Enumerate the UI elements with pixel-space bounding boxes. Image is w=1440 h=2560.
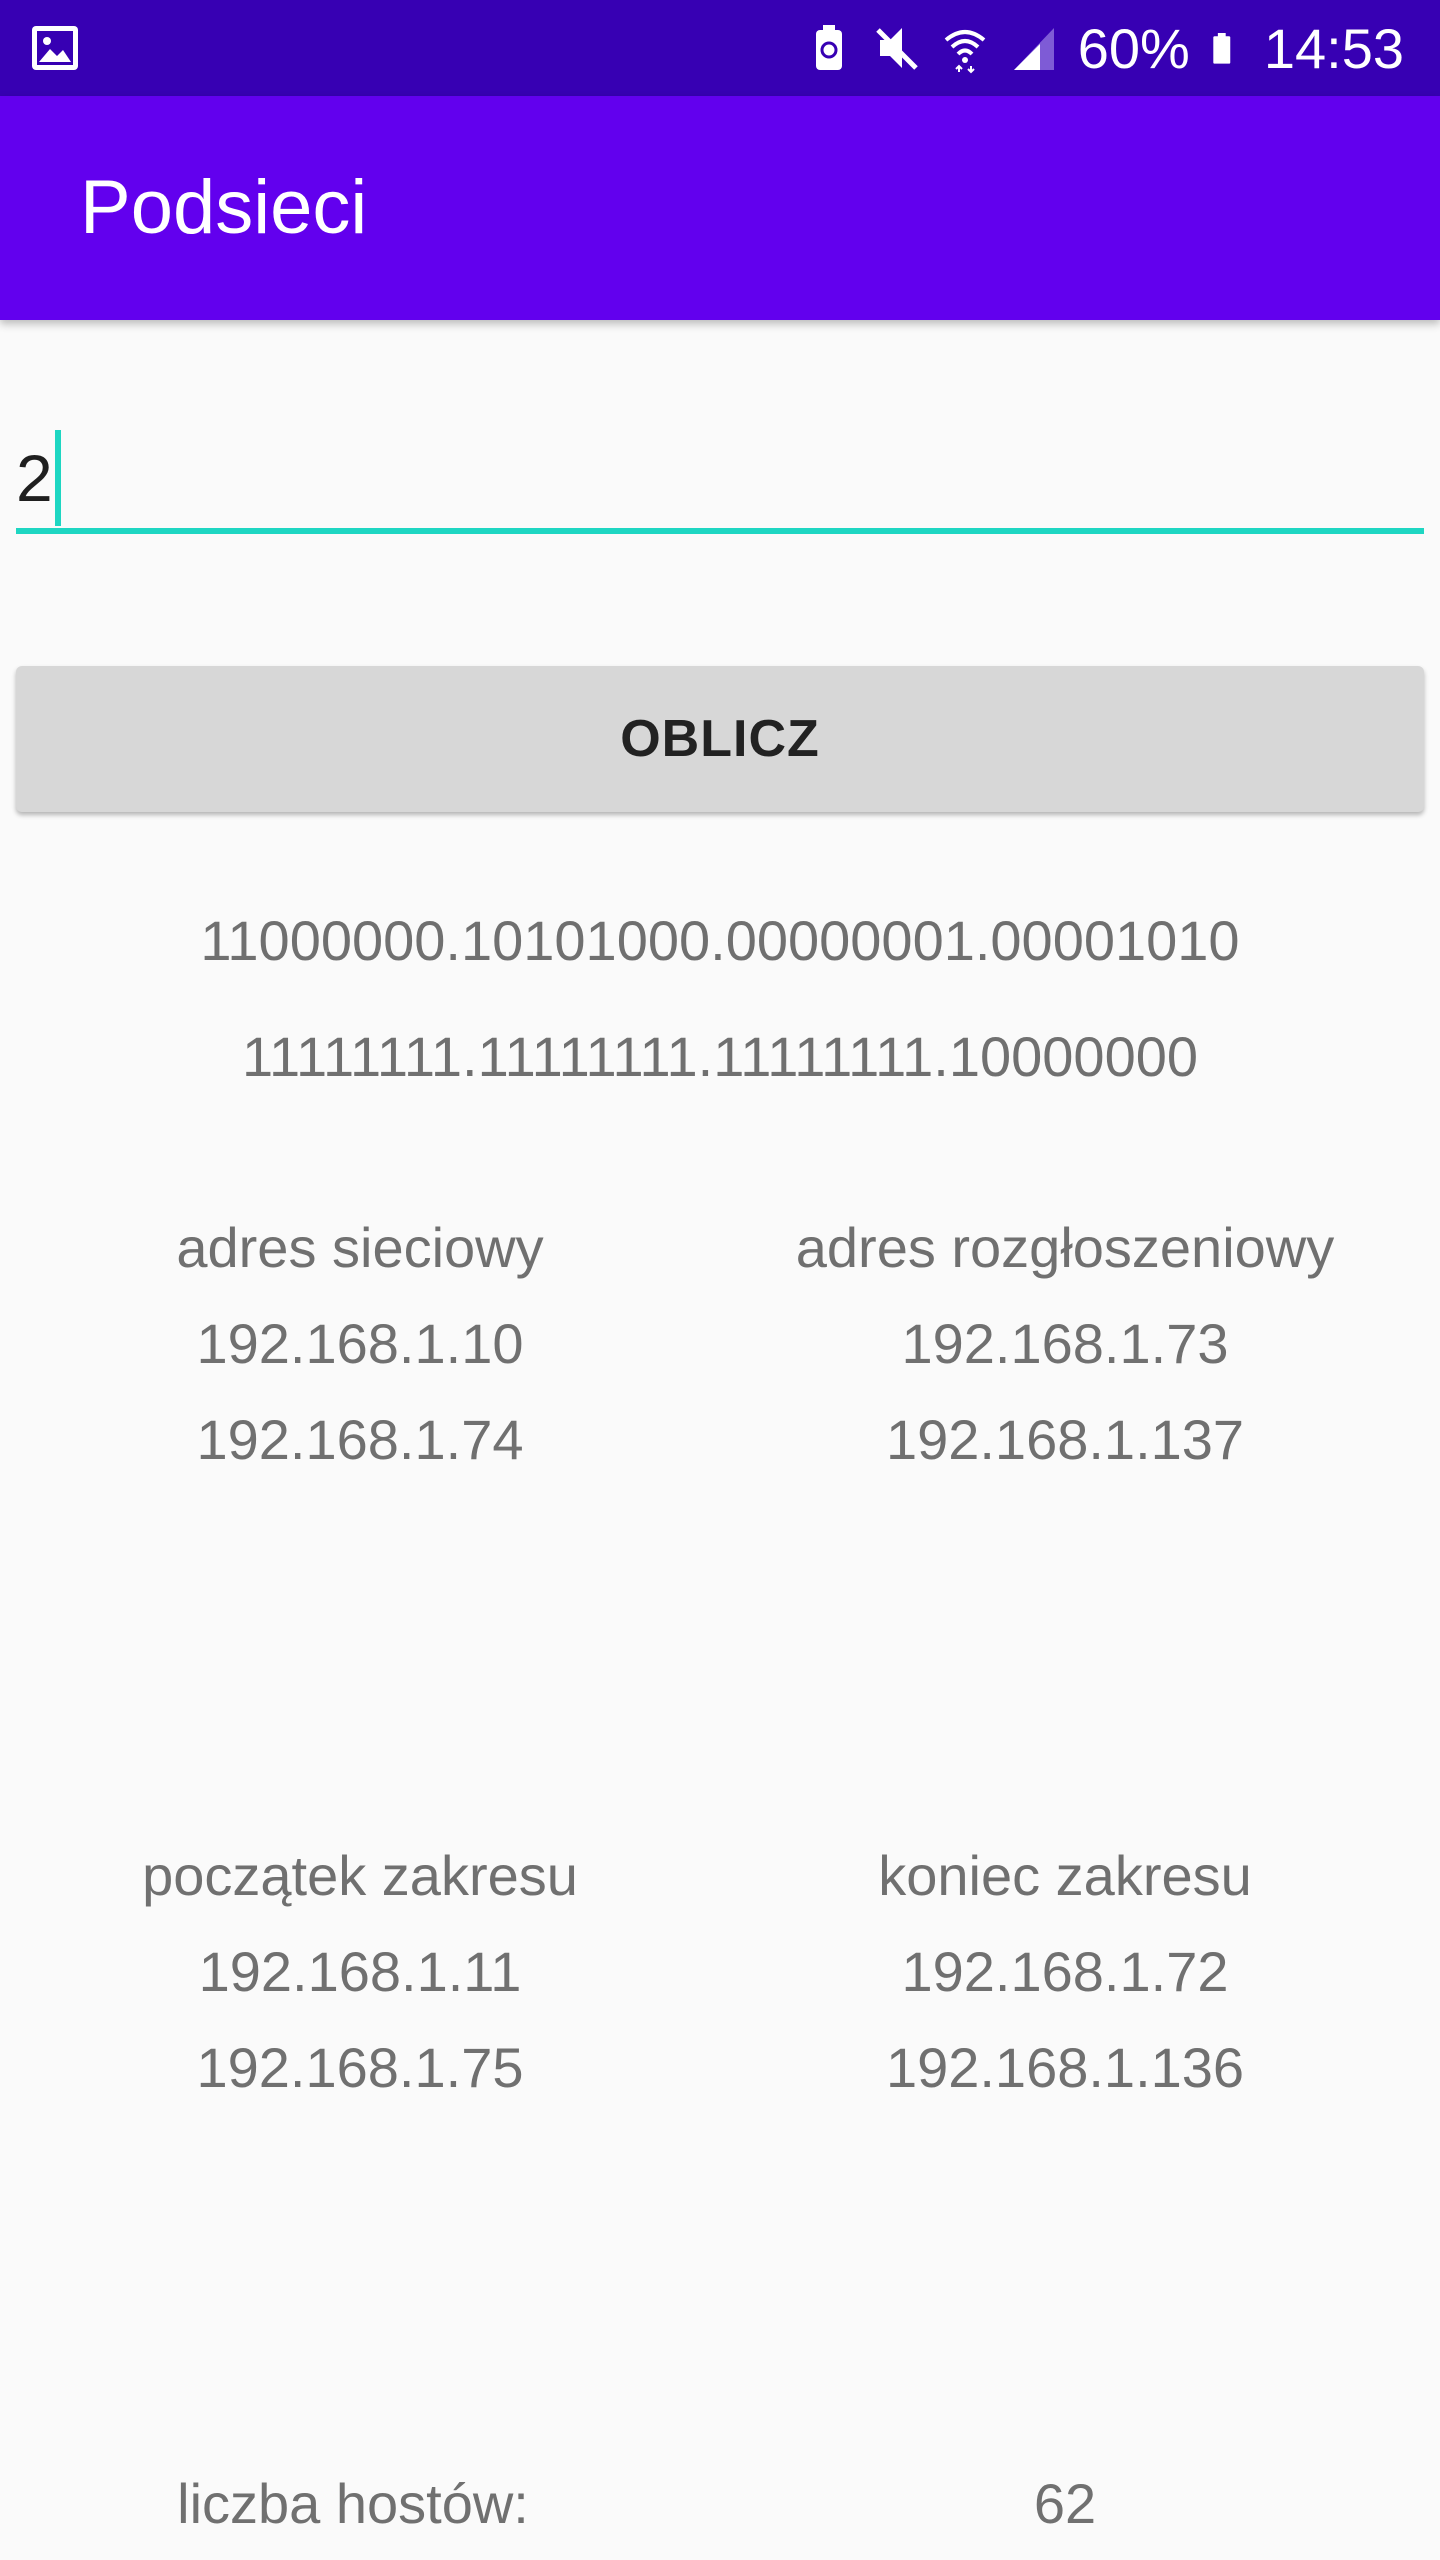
range-start-header: początek zakresu xyxy=(142,1844,578,1907)
input-value-row[interactable]: 2 xyxy=(16,430,61,526)
status-bar: 60% 14:53 xyxy=(0,0,1440,96)
range-start-value: 192.168.1.75 xyxy=(196,2036,524,2099)
input-value[interactable]: 2 xyxy=(16,433,53,523)
range-end-header: koniec zakresu xyxy=(878,1844,1252,1907)
battery-percent: 60% xyxy=(1077,16,1190,80)
wifi-icon xyxy=(944,30,986,74)
battery-icon xyxy=(1213,33,1231,64)
broadcast-address-value: 192.168.1.73 xyxy=(901,1312,1229,1375)
hosts-value-column: 62 xyxy=(705,2456,1425,2552)
app-bar: Podsieci xyxy=(0,96,1440,320)
status-icons: 60% 14:53 xyxy=(806,0,1404,96)
hosts-value: 62 xyxy=(1033,2472,1097,2535)
hosts-label: liczba hostów: xyxy=(177,2472,529,2535)
range-end-value: 192.168.1.72 xyxy=(901,1940,1229,2003)
network-address-value: 192.168.1.10 xyxy=(196,1312,524,1375)
battery-saver-icon xyxy=(815,25,842,70)
input-underline xyxy=(16,528,1424,534)
mute-icon xyxy=(875,28,918,70)
hosts-label-column: liczba hostów: xyxy=(0,2456,713,2552)
range-end-column: koniec zakresu 192.168.1.72 192.168.1.13… xyxy=(705,1828,1425,2116)
text-cursor xyxy=(54,430,61,526)
binary-address: 11000000.10101000.00000001.00001010 xyxy=(200,909,1240,972)
network-address-value: 192.168.1.74 xyxy=(196,1408,524,1471)
range-end-value: 192.168.1.136 xyxy=(885,2036,1245,2099)
network-address-column: adres sieciowy 192.168.1.10 192.168.1.74 xyxy=(0,1200,720,1488)
broadcast-address-column: adres rozgłoszeniowy 192.168.1.73 192.16… xyxy=(705,1200,1425,1488)
subnet-count-input[interactable]: 2 xyxy=(16,400,1424,538)
clock: 14:53 xyxy=(1263,16,1404,80)
image-icon xyxy=(32,26,78,70)
signal-icon xyxy=(1013,28,1054,70)
binary-mask: 11111111.11111111.11111111.10000000 xyxy=(241,1025,1199,1088)
range-start-value: 192.168.1.11 xyxy=(198,1940,522,2003)
app-title: Podsieci xyxy=(80,165,368,250)
broadcast-address-value: 192.168.1.137 xyxy=(885,1408,1245,1471)
range-start-column: początek zakresu 192.168.1.11 192.168.1.… xyxy=(0,1828,720,2116)
calculate-button[interactable]: OBLICZ xyxy=(16,666,1424,812)
network-address-header: adres sieciowy xyxy=(176,1216,544,1279)
broadcast-address-header: adres rozgłoszeniowy xyxy=(795,1216,1335,1279)
